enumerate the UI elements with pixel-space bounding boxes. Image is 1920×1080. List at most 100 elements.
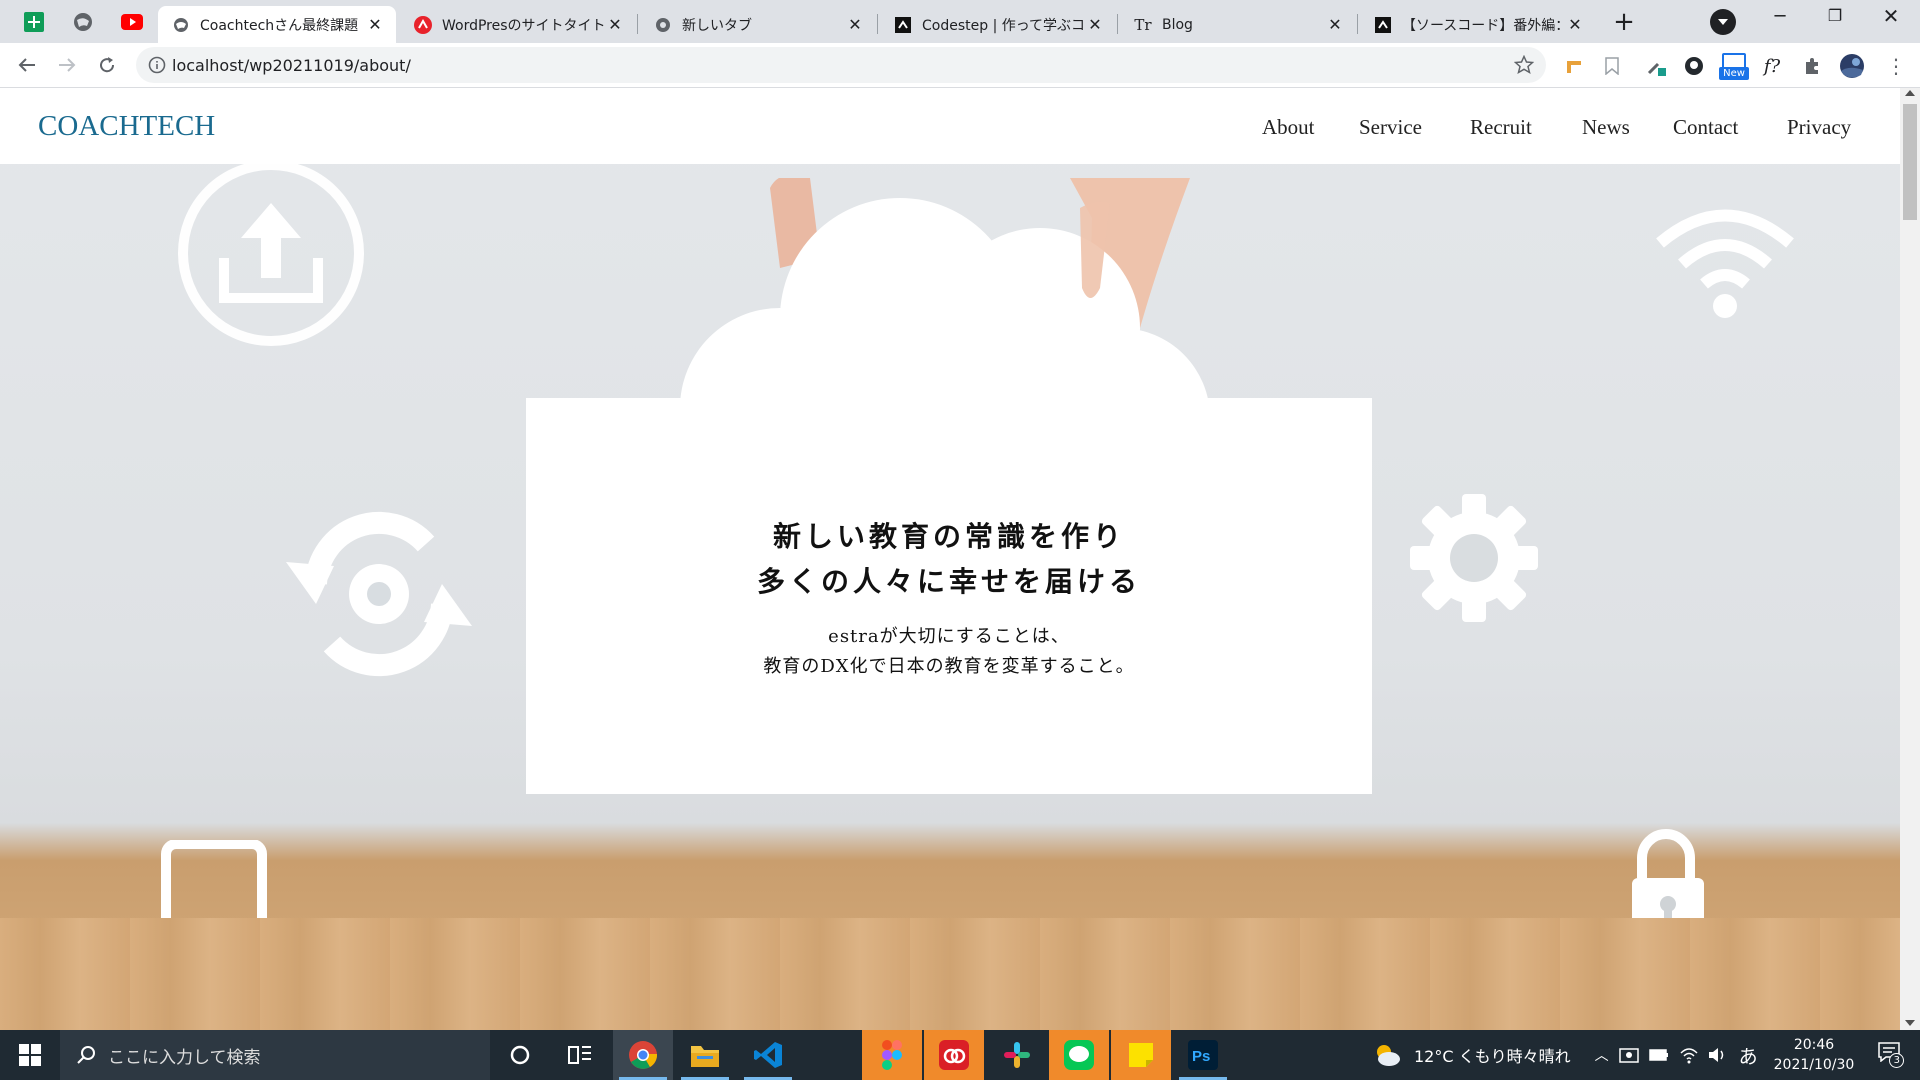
reload-icon (100, 57, 115, 73)
info-icon[interactable] (148, 56, 166, 74)
scrollbar-thumb[interactable] (1903, 104, 1917, 220)
extension-octocat[interactable] (1680, 52, 1708, 80)
tab-title: 【ソースコード】番外編：アニ (1402, 17, 1566, 34)
wordpress-plugin-icon (414, 15, 432, 34)
site-logo[interactable]: COACHTECH (38, 110, 215, 143)
extension-new[interactable]: New (1718, 52, 1750, 80)
taskbar-slack[interactable] (987, 1030, 1047, 1080)
taskbar-explorer[interactable] (675, 1030, 735, 1080)
task-view-button[interactable] (550, 1030, 610, 1080)
weather-cloud-sun-icon[interactable] (1372, 1042, 1402, 1068)
globe-icon (172, 16, 190, 34)
nav-privacy[interactable]: Privacy (1787, 115, 1851, 140)
creative-cloud-icon (939, 1040, 969, 1070)
youtube-icon (121, 14, 143, 30)
scroll-down-arrow[interactable] (1905, 1020, 1915, 1026)
taskbar-vscode[interactable] (738, 1030, 798, 1080)
taskbar-photoshop[interactable]: Ps (1173, 1030, 1233, 1080)
upload-icon (178, 160, 364, 346)
cortana-button[interactable] (490, 1030, 550, 1080)
globe-icon (74, 13, 92, 31)
tab-title: 新しいタブ (682, 17, 752, 34)
pinned-tab-sheets[interactable] (15, 6, 53, 38)
extension-eyedropper[interactable] (1642, 52, 1670, 80)
web-page: COACHTECH About Service Recruit News Con… (0, 88, 1900, 1030)
clock[interactable]: 20:46 2021/10/30 (1774, 1035, 1855, 1075)
photoshop-icon: Ps (1188, 1040, 1218, 1070)
tab-coachtech[interactable]: Coachtechさん最終課題 ✕ (158, 6, 396, 43)
tab-blog[interactable]: Tr Blog ✕ (1120, 6, 1356, 43)
chevron-up-icon[interactable]: ︿ (1595, 1045, 1609, 1065)
nav-news[interactable]: News (1582, 115, 1630, 140)
pinned-tab-youtube[interactable] (113, 6, 151, 38)
puzzle-icon (1806, 58, 1818, 74)
extension-font-checker[interactable]: f? (1758, 52, 1786, 80)
headline-line-1: 新しい教育の常識を作り (772, 520, 1125, 553)
taskbar-chrome[interactable] (613, 1030, 673, 1080)
tab-sourcecode[interactable]: 【ソースコード】番外編：アニ ✕ (1360, 6, 1596, 43)
figma-icon (882, 1040, 902, 1070)
battery-icon[interactable] (1648, 1048, 1669, 1062)
taskbar-line[interactable] (1049, 1030, 1109, 1080)
task-view-icon (568, 1046, 591, 1064)
start-button[interactable] (0, 1030, 60, 1080)
forward-button[interactable] (52, 50, 82, 80)
ruler-icon (1567, 61, 1581, 73)
address-bar[interactable]: localhost/wp20211019/about/ (136, 47, 1546, 83)
extension-ruler[interactable] (1560, 52, 1588, 80)
meet-now-icon[interactable] (1618, 1046, 1639, 1064)
minimize-button[interactable]: ─ (1765, 6, 1795, 36)
menu-kebab-icon[interactable]: ⋮ (1882, 52, 1910, 80)
slack-icon (1004, 1042, 1030, 1068)
close-tab-icon[interactable]: ✕ (606, 15, 624, 34)
taskbar-creative-cloud[interactable] (924, 1030, 984, 1080)
arrow-right-icon (59, 58, 76, 72)
close-window-button[interactable]: ✕ (1876, 4, 1906, 34)
url-text: localhost/wp20211019/about/ (172, 55, 411, 75)
search-placeholder: ここに入力して検索 (108, 1047, 261, 1068)
close-tab-icon[interactable]: ✕ (366, 15, 384, 34)
tab-title: WordPresのサイトタイトル・ (442, 17, 606, 34)
close-tab-icon[interactable]: ✕ (846, 15, 864, 34)
taskbar-figma[interactable] (862, 1030, 922, 1080)
restore-button[interactable]: ❐ (1820, 6, 1850, 36)
nav-recruit[interactable]: Recruit (1470, 115, 1532, 140)
svg-text:Ps: Ps (1192, 1048, 1210, 1065)
star-icon[interactable] (1514, 55, 1534, 75)
nav-contact[interactable]: Contact (1673, 115, 1738, 140)
tab-codestep[interactable]: Codestep | 作って学ぶコー ✕ (880, 6, 1116, 43)
line-icon (1064, 1040, 1094, 1070)
extension-bookmark[interactable] (1598, 52, 1626, 80)
eyedropper-icon (1647, 62, 1666, 76)
ime-indicator[interactable]: あ (1739, 1042, 1758, 1069)
chrome-icon (654, 16, 672, 34)
taskbar-sticky-notes[interactable] (1111, 1030, 1171, 1080)
scroll-up-arrow[interactable] (1905, 90, 1915, 96)
profile-avatar[interactable] (1838, 52, 1866, 80)
tab-new-tab[interactable]: 新しいタブ ✕ (640, 6, 876, 43)
close-tab-icon[interactable]: ✕ (1326, 15, 1344, 34)
nav-about[interactable]: About (1262, 115, 1315, 140)
tr-icon: Tr (1134, 15, 1152, 34)
volume-icon[interactable] (1707, 1046, 1727, 1064)
wifi-tray-icon[interactable] (1679, 1046, 1699, 1064)
weather-text[interactable]: 12°C くもり時々晴れ (1414, 1043, 1571, 1067)
chrome-icon (629, 1041, 658, 1069)
notification-center[interactable]: 3 (1878, 1042, 1905, 1068)
subtext-line-2: 教育のDX化で日本の教育を変革すること。 (763, 656, 1135, 677)
tab-search-button[interactable] (1710, 9, 1736, 35)
clock-date: 2021/10/30 (1773, 1057, 1855, 1073)
tab-wordpress[interactable]: WordPresのサイトタイトル・ ✕ (400, 6, 636, 43)
new-tab-button[interactable]: + (1609, 8, 1639, 38)
extensions-button[interactable] (1798, 52, 1826, 80)
page-scrollbar[interactable] (1900, 88, 1920, 1030)
close-tab-icon[interactable]: ✕ (1086, 15, 1104, 34)
taskbar-search[interactable]: ここに入力して検索 (60, 1030, 490, 1080)
avatar (1840, 54, 1864, 78)
reload-button[interactable] (92, 50, 122, 80)
back-button[interactable] (12, 50, 42, 80)
nav-service[interactable]: Service (1359, 115, 1422, 140)
sticky-note-icon (1129, 1043, 1153, 1067)
close-tab-icon[interactable]: ✕ (1566, 15, 1584, 34)
pinned-tab-web[interactable] (64, 6, 102, 38)
